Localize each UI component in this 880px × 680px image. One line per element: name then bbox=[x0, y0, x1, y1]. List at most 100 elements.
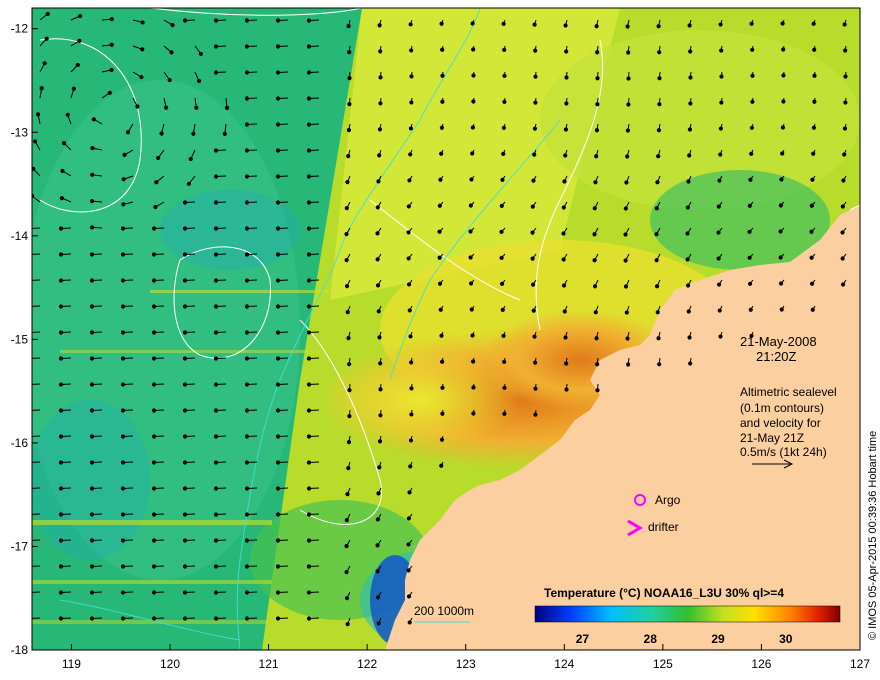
velocity-arrow-head bbox=[812, 47, 817, 52]
velocity-arrow-head bbox=[437, 281, 443, 286]
velocity-arrow-head bbox=[471, 411, 476, 416]
velocity-arrow-head bbox=[719, 74, 724, 79]
velocity-arrow-head bbox=[213, 434, 219, 439]
velocity-arrow-head bbox=[213, 486, 219, 491]
velocity-arrow-head bbox=[89, 434, 95, 439]
colorbar-tick-label: 29 bbox=[711, 632, 725, 646]
velocity-arrow-head bbox=[58, 538, 64, 543]
velocity-arrow-head bbox=[32, 227, 33, 230]
lon-tick-label: 120 bbox=[160, 657, 180, 671]
sst-map-figure: 119 120 121 122 123 124 125 126 127 -12 -13 -14 -15… bbox=[11, 7, 879, 671]
velocity-arrow-head bbox=[530, 230, 535, 235]
velocity-arrow-head bbox=[153, 204, 158, 210]
velocity-arrow-head bbox=[654, 284, 660, 289]
velocity-arrow-head bbox=[471, 73, 476, 78]
velocity-arrow-head bbox=[406, 568, 411, 573]
velocity-arrow-head bbox=[440, 385, 445, 390]
velocity-arrow-head bbox=[842, 22, 847, 27]
velocity-arrow-head bbox=[306, 252, 312, 257]
velocity-arrow-head bbox=[654, 232, 659, 237]
annotation-line-3: and velocity for bbox=[740, 416, 821, 430]
velocity-arrow-head bbox=[438, 307, 443, 312]
velocity-arrow-head bbox=[592, 232, 597, 237]
velocity-arrow-head bbox=[748, 307, 753, 312]
velocity-arrow-head bbox=[346, 128, 352, 133]
velocity-arrow-head bbox=[406, 230, 411, 235]
velocity-arrow-head bbox=[530, 256, 535, 261]
velocity-arrow-head bbox=[809, 281, 815, 286]
velocity-arrow-head bbox=[781, 47, 786, 52]
velocity-arrow-head bbox=[594, 336, 599, 341]
velocity-arrow-head bbox=[593, 180, 598, 185]
velocity-arrow-head bbox=[306, 356, 312, 361]
velocity-arrow-head bbox=[120, 356, 126, 361]
velocity-arrow-head bbox=[120, 408, 126, 413]
velocity-arrow-head bbox=[780, 125, 786, 130]
velocity-arrow-head bbox=[408, 152, 413, 157]
velocity-arrow-head bbox=[213, 200, 219, 205]
velocity-arrow-head bbox=[306, 408, 312, 413]
velocity-arrow-head bbox=[592, 258, 597, 263]
velocity-arrow-head bbox=[306, 226, 312, 231]
velocity-arrow-head bbox=[275, 278, 281, 283]
velocity-arrow-head bbox=[685, 205, 690, 210]
velocity-arrow-head bbox=[718, 126, 724, 131]
velocity-arrow-head bbox=[244, 96, 250, 101]
velocity-arrow-head bbox=[32, 487, 33, 490]
velocity-arrow-head bbox=[182, 330, 188, 335]
velocity-arrow-head bbox=[90, 225, 95, 230]
velocity-arrow-head bbox=[275, 174, 281, 179]
velocity-arrow-head bbox=[275, 96, 281, 101]
velocity-arrow-head bbox=[716, 282, 722, 287]
velocity-arrow-head bbox=[182, 226, 188, 231]
velocity-arrow-head bbox=[561, 231, 566, 236]
velocity-arrow-head bbox=[120, 382, 126, 387]
velocity-arrow-head bbox=[718, 22, 723, 27]
velocity-arrow-head bbox=[840, 282, 846, 287]
velocity-arrow-head bbox=[592, 206, 597, 211]
velocity-arrow-head bbox=[120, 590, 126, 595]
velocity-arrow-head bbox=[656, 128, 662, 133]
velocity-arrow-head bbox=[89, 486, 95, 491]
velocity-arrow-head bbox=[89, 512, 95, 517]
velocity-arrow-head bbox=[809, 203, 814, 208]
velocity-arrow-head bbox=[32, 383, 33, 386]
velocity-arrow-head bbox=[39, 86, 44, 91]
velocity-arrow-head bbox=[440, 47, 445, 52]
velocity-arrow-head bbox=[750, 99, 755, 104]
velocity-arrow-head bbox=[470, 151, 475, 156]
velocity-arrow-head bbox=[655, 180, 660, 185]
velocity-arrow-head bbox=[470, 125, 476, 130]
velocity-arrow-head bbox=[409, 48, 414, 53]
velocity-arrow-head bbox=[345, 492, 350, 497]
velocity-arrow-head bbox=[213, 382, 219, 387]
velocity-arrow-head bbox=[77, 13, 83, 19]
velocity-arrow-head bbox=[35, 112, 41, 117]
velocity-arrow-head bbox=[564, 49, 569, 54]
annotation-line-5: 0.5m/s (1kt 24h) bbox=[740, 445, 827, 459]
velocity-arrow-head bbox=[685, 283, 691, 288]
velocity-arrow-head bbox=[275, 434, 281, 439]
velocity-arrow-head bbox=[624, 180, 629, 185]
velocity-arrow-head bbox=[32, 409, 33, 412]
velocity-arrow-head bbox=[42, 61, 47, 66]
velocity-arrow-head bbox=[89, 538, 95, 543]
velocity-arrow-head bbox=[531, 178, 536, 183]
velocity-arrow-head bbox=[224, 105, 230, 110]
velocity-arrow-head bbox=[564, 387, 569, 392]
velocity-arrow-head bbox=[375, 543, 380, 548]
velocity-arrow-head bbox=[376, 491, 381, 496]
velocity-arrow-head bbox=[213, 330, 219, 335]
velocity-arrow-head bbox=[32, 279, 33, 282]
lon-tick-label: 122 bbox=[357, 657, 377, 671]
velocity-arrow-head bbox=[561, 283, 567, 288]
velocity-arrow-head bbox=[409, 360, 414, 365]
lon-tick-label: 119 bbox=[62, 657, 81, 671]
velocity-arrow-head bbox=[275, 408, 281, 413]
velocity-arrow-head bbox=[408, 438, 414, 443]
velocity-arrow-head bbox=[306, 590, 312, 595]
velocity-arrow-head bbox=[375, 205, 380, 210]
velocity-arrow-head bbox=[437, 255, 442, 260]
velocity-arrow-head bbox=[151, 564, 157, 569]
velocity-arrow-head bbox=[120, 460, 126, 465]
